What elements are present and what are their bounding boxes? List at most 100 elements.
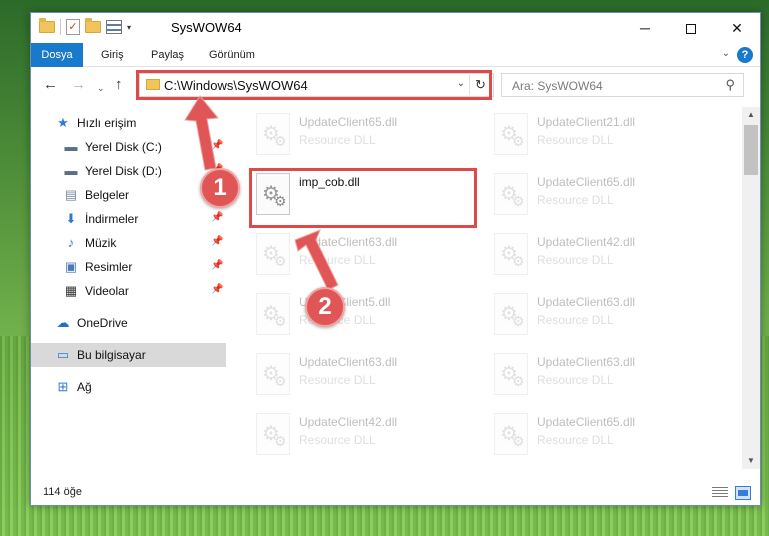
sidebar-item-label: Ağ [77,380,92,394]
maximize-button[interactable] [668,13,714,43]
gear-icon: ⚙ [274,253,287,269]
file-type: Resource DLL [537,313,614,327]
sidebar-item-local-disk-d[interactable]: ▬ Yerel Disk (D:) 📌 [31,159,226,183]
sidebar-item-label: Yerel Disk (D:) [85,164,162,178]
network-icon: ⊞ [57,379,69,394]
dll-file-icon: ⚙ ⚙ [494,413,528,455]
dll-file-icon: ⚙ ⚙ [256,233,290,275]
dll-file-icon: ⚙ ⚙ [256,113,290,155]
dll-file-icon: ⚙ ⚙ [494,113,528,155]
file-name: UpdateClient63.dll [537,355,636,369]
dll-file-icon: ⚙ ⚙ [494,233,528,275]
details-view-icon[interactable] [712,487,728,499]
video-icon: ▦ [64,283,78,298]
file-type: Resource DLL [299,433,376,447]
pin-icon[interactable]: 📌 [211,140,223,151]
cloud-icon: ☁ [56,315,70,330]
tab-share[interactable]: Paylaş [151,43,184,67]
toolbar-separator [60,19,61,35]
file-type: Resource DLL [537,133,614,147]
scrollbar-thumb[interactable] [744,125,758,175]
sidebar-item-downloads[interactable]: ⬇ İndirmeler 📌 [31,207,226,231]
documents-icon: ▤ [64,187,78,202]
sidebar-item-network[interactable]: ⊞ Ağ [31,375,226,399]
pin-icon[interactable]: 📌 [211,284,223,295]
file-highlight [249,168,477,228]
scroll-down-arrow-icon[interactable]: ▼ [742,453,760,469]
tab-file[interactable]: Dosya [31,43,83,67]
gear-icon: ⚙ [274,433,287,449]
properties-check-icon[interactable]: ✓ [66,19,80,35]
file-type: Resource DLL [299,373,376,387]
minimize-button[interactable]: ─ [622,13,668,43]
file-name: UpdateClient63.dll [537,295,636,309]
sidebar-item-label: Resimler [85,260,133,274]
new-folder-icon[interactable] [85,18,101,33]
file-type: Resource DLL [537,253,614,267]
sidebar-item-label: OneDrive [77,316,128,330]
file-item[interactable]: ⚙ ⚙ UpdateClient63.dll Resource DLL [226,229,446,279]
back-button[interactable]: ← [43,77,58,93]
sidebar-item-label: Belgeler [85,188,130,202]
properties-icon[interactable] [106,20,122,34]
file-item[interactable]: ⚙ ⚙ UpdateClient65.dll Resource DLL [464,409,684,459]
sidebar-item-documents[interactable]: ▤ Belgeler 📌 [31,183,226,207]
close-button[interactable]: ✕ [714,13,760,43]
file-item[interactable]: ⚙ ⚙ UpdateClient63.dll Resource DLL [464,349,684,399]
dll-file-icon: ⚙ ⚙ [256,293,290,335]
up-button[interactable]: ↑ [115,77,123,93]
file-item[interactable]: ⚙ ⚙ UpdateClient42.dll Resource DLL [226,409,446,459]
vertical-scrollbar[interactable]: ▲ ▼ [742,107,760,469]
sidebar-item-this-pc[interactable]: ▭ Bu bilgisayar [31,343,226,367]
folder-icon [39,18,55,33]
drive-icon: ▬ [64,163,78,178]
file-item[interactable]: ⚙ ⚙ UpdateClient63.dll Resource DLL [464,289,684,339]
gear-icon: ⚙ [512,253,525,269]
dll-file-icon: ⚙ ⚙ [256,353,290,395]
dll-file-icon: ⚙ ⚙ [494,353,528,395]
navigation-pane: ★ Hızlı erişim ▬ Yerel Disk (C:) 📌 ▬ Yer… [31,107,226,469]
sidebar-item-music[interactable]: ♪ Müzik 📌 [31,231,226,255]
quick-access-toolbar: ✓ ▾ [39,18,131,35]
sidebar-item-quick-access[interactable]: ★ Hızlı erişim [31,111,226,135]
sidebar-item-label: Bu bilgisayar [77,348,146,362]
search-icon[interactable]: ⚲ [725,77,735,93]
recent-locations-dropdown[interactable]: ⌄ [97,80,105,96]
gear-icon: ⚙ [512,313,525,329]
computer-icon: ▭ [56,347,70,362]
pin-icon[interactable]: 📌 [211,260,223,271]
gear-icon: ⚙ [512,193,525,209]
sidebar-item-videos[interactable]: ▦ Videolar 📌 [31,279,226,303]
gear-icon: ⚙ [274,373,287,389]
file-item[interactable]: ⚙ ⚙ UpdateClient21.dll Resource DLL [464,109,684,159]
sidebar-item-label: Hızlı erişim [77,116,137,130]
scroll-up-arrow-icon[interactable]: ▲ [742,107,760,123]
search-input[interactable]: Ara: SysWOW64 ⚲ [501,73,744,97]
sidebar-item-pictures[interactable]: ▣ Resimler 📌 [31,255,226,279]
sidebar-item-label: Müzik [85,236,117,250]
file-item[interactable]: ⚙ ⚙ UpdateClient65.dll Resource DLL [226,109,446,159]
sidebar-item-local-disk-c[interactable]: ▬ Yerel Disk (C:) 📌 [31,135,226,159]
callout-2: 2 [305,287,345,327]
help-button[interactable]: ? [737,47,753,63]
title-bar: ✓ ▾ SysWOW64 ─ ✕ [31,13,760,43]
large-icons-view-icon[interactable] [735,486,751,500]
expand-ribbon-chevron-icon[interactable]: ⌄ [722,48,730,59]
pin-icon[interactable]: 📌 [211,236,223,247]
tab-home[interactable]: Giriş [101,43,124,67]
customize-toolbar-dropdown[interactable]: ▾ [127,23,131,32]
callout-1: 1 [200,168,240,208]
download-icon: ⬇ [65,211,77,226]
pictures-icon: ▣ [64,259,78,274]
file-item[interactable]: ⚙ ⚙ UpdateClient63.dll Resource DLL [226,349,446,399]
forward-button[interactable]: → [71,77,86,93]
tab-view[interactable]: Görünüm [209,43,255,67]
gear-icon: ⚙ [512,133,525,149]
sidebar-item-onedrive[interactable]: ☁ OneDrive [31,311,226,335]
maximize-icon [686,24,696,35]
file-item[interactable]: ⚙ ⚙ UpdateClient42.dll Resource DLL [464,229,684,279]
dll-file-icon: ⚙ ⚙ [494,173,528,215]
pin-icon[interactable]: 📌 [211,212,223,223]
sidebar-item-label: İndirmeler [85,212,139,226]
file-item[interactable]: ⚙ ⚙ UpdateClient65.dll Resource DLL [464,169,684,219]
